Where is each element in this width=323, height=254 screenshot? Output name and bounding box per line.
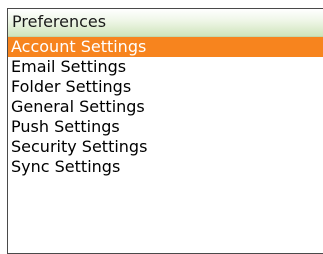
preferences-list: Account Settings Email Settings Folder S…: [8, 37, 323, 177]
list-item-push-settings[interactable]: Push Settings: [8, 117, 323, 137]
title-bar: Preferences: [8, 9, 323, 37]
list-item-email-settings[interactable]: Email Settings: [8, 57, 323, 77]
list-item-security-settings[interactable]: Security Settings: [8, 137, 323, 157]
screen-title: Preferences: [12, 12, 107, 31]
list-item-account-settings[interactable]: Account Settings: [8, 37, 323, 57]
list-item-general-settings[interactable]: General Settings: [8, 97, 323, 117]
preferences-screen: Preferences Account Settings Email Setti…: [7, 8, 323, 254]
list-item-folder-settings[interactable]: Folder Settings: [8, 77, 323, 97]
list-item-sync-settings[interactable]: Sync Settings: [8, 157, 323, 177]
